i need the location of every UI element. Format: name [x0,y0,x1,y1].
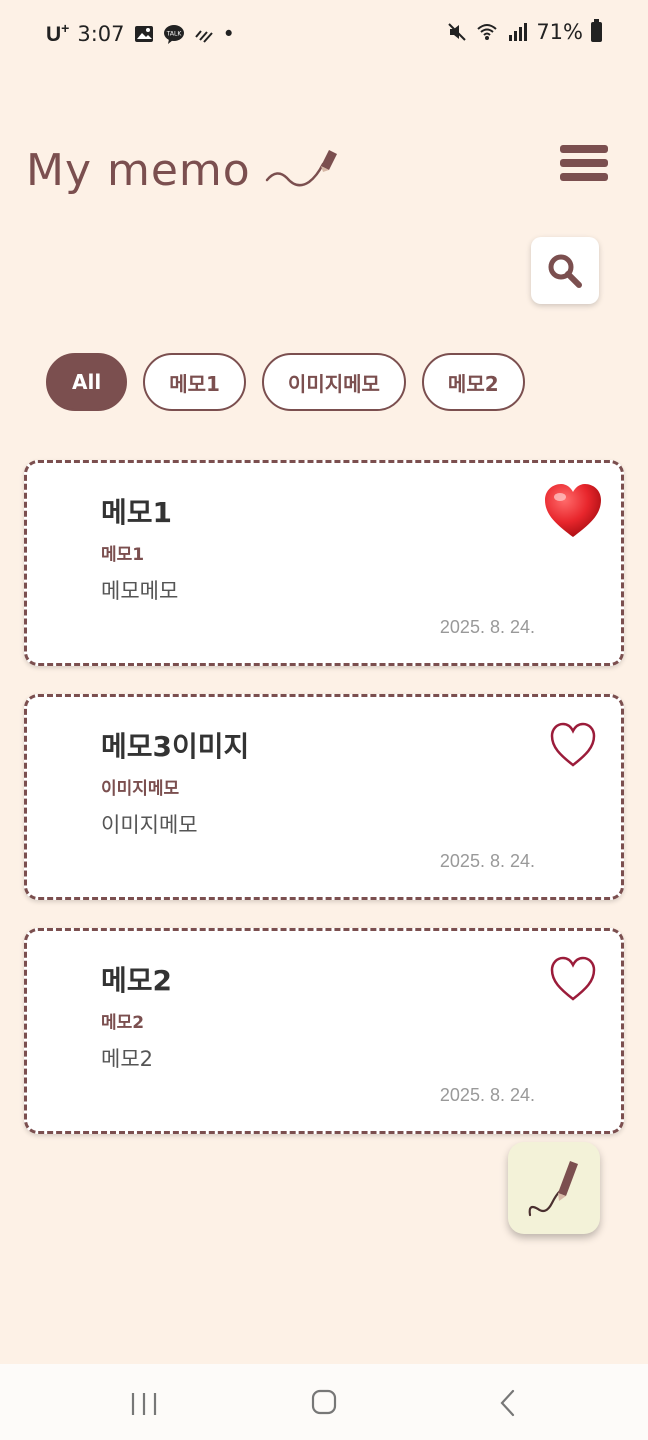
memo-card[interactable]: 메모1 메모1 메모메모 2025. 8. 24. [24,460,624,666]
battery-icon [591,19,602,42]
battery-percent: 71% [536,20,583,44]
logo-text: My memo [26,144,251,196]
home-button[interactable] [304,1386,344,1420]
memo-date: 2025. 8. 24. [439,617,535,637]
menu-bar-2 [560,159,608,167]
menu-bar-3 [560,173,608,181]
memo-body: 메모2 [101,1047,154,1071]
pen-squiggle-icon [265,150,337,187]
favorite-button[interactable] [543,483,603,539]
memo-card[interactable]: 메모3이미지 이미지메모 이미지메모 2025. 8. 24. [24,694,624,900]
signal-icon [509,23,528,41]
filter-chip-memo2[interactable]: 메모2 [421,353,525,411]
memo-body: 이미지메모 [101,813,198,837]
status-left: U+ 3:07 TALK • [46,20,235,47]
filter-chip-image-memo[interactable]: 이미지메모 [261,353,406,411]
mute-icon [448,23,467,41]
memo-title: 메모3이미지 [101,730,250,763]
status-right: 71% [446,19,602,44]
heart-outline-icon [550,722,596,767]
heart-outline-icon [550,956,596,1001]
status-bar: U+ 3:07 TALK • 71% [0,0,648,66]
svg-text:TALK: TALK [165,30,182,37]
memo-category: 이미지메모 [101,779,180,799]
pen-write-icon [528,1161,578,1217]
menu-button[interactable] [560,145,608,183]
heart-filled-icon [545,484,601,537]
app-logo: My memo [26,140,339,200]
back-icon [500,1389,515,1417]
clock: 3:07 [77,21,125,46]
memo-body: 메모메모 [101,579,179,603]
memo-card[interactable]: 메모2 메모2 메모2 2025. 8. 24. [24,928,624,1134]
kakaotalk-icon: TALK [163,24,184,44]
recent-apps-icon [131,1393,157,1415]
filter-chip-label: All [72,370,102,394]
carrier-label: U+ [46,20,70,46]
wifi-icon [477,24,497,40]
filter-chip-all[interactable]: All [46,353,128,411]
back-button[interactable] [488,1386,528,1420]
memo-title: 메모2 [101,964,173,997]
system-nav-bar [0,1364,648,1440]
favorite-button[interactable] [543,717,603,773]
menu-bar-1 [560,145,608,153]
search-icon [548,254,582,288]
gallery-icon [134,25,153,42]
search-button[interactable] [531,237,599,304]
recent-apps-button[interactable] [124,1386,164,1420]
filter-chip-label: 이미지메모 [287,371,380,396]
filter-chip-label: 메모2 [447,371,499,396]
new-memo-button[interactable] [508,1142,600,1234]
home-icon [311,1389,337,1415]
notification-dot: • [222,21,235,46]
memo-category: 메모1 [101,545,145,565]
filter-chip-label: 메모1 [169,371,220,396]
filter-chip-memo1[interactable]: 메모1 [143,353,246,411]
category-filter-row: All 메모1 이미지메모 메모2 [46,353,525,411]
memo-title: 메모1 [101,496,173,529]
memo-date: 2025. 8. 24. [439,1085,535,1105]
memo-date: 2025. 8. 24. [439,851,535,871]
drive-sync-icon [194,29,213,43]
favorite-button[interactable] [543,951,603,1007]
memo-category: 메모2 [101,1013,145,1033]
